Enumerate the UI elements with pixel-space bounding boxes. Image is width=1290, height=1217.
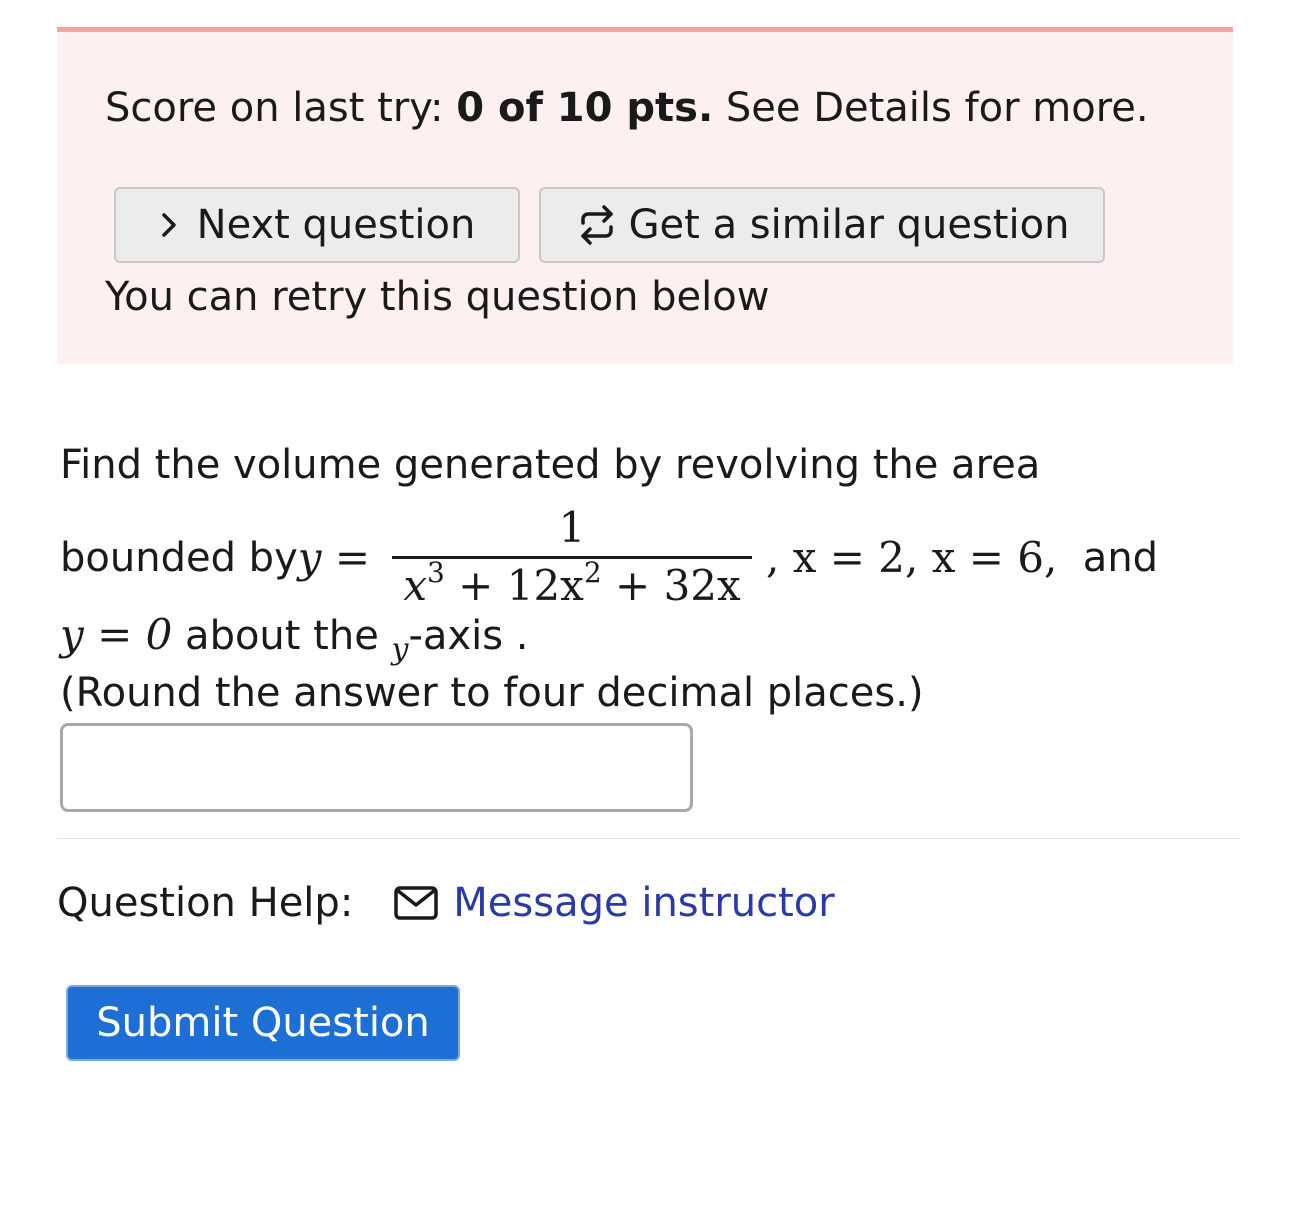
message-instructor-link[interactable]: Message instructor xyxy=(393,876,835,930)
chevron-right-icon xyxy=(161,213,176,237)
similar-question-label: Get a similar question xyxy=(628,202,1070,248)
repeat-arrows-icon xyxy=(580,205,613,245)
y-equals-zero: y = 0 xyxy=(60,610,173,659)
axis-text: -axis . xyxy=(408,613,529,659)
bounds-x: , x = 2, x = 6, xyxy=(766,533,1058,582)
envelope-icon xyxy=(394,886,439,920)
submit-question-button[interactable]: Submit Question xyxy=(66,985,460,1061)
retry-message: You can retry this question below xyxy=(105,274,770,320)
den-tail: + 32x xyxy=(601,560,741,610)
score-value: 0 of 10 pts. xyxy=(456,85,714,131)
similar-question-button[interactable]: Get a similar question xyxy=(539,187,1105,263)
question-help: Question Help: Message instructor xyxy=(57,876,835,930)
about-the-text: about the xyxy=(172,613,392,659)
next-question-label: Next question xyxy=(196,202,476,248)
den-exp-2: 2 xyxy=(583,555,602,589)
fraction: 1 x3 + 12x2 + 32x xyxy=(392,502,753,613)
question-help-label: Question Help: xyxy=(57,880,354,926)
score-banner: Score on last try: 0 of 10 pts. See Deta… xyxy=(57,27,1233,364)
score-prefix: Score on last try: xyxy=(105,85,457,131)
and-text: and xyxy=(1057,535,1159,581)
bounded-by-text: bounded by xyxy=(60,535,298,581)
question-line-3: y = 0 about the y-axis . xyxy=(60,610,529,667)
den-exp-3: 3 xyxy=(427,555,445,589)
next-question-button[interactable]: Next question xyxy=(114,187,520,263)
rounding-instruction: (Round the answer to four decimal places… xyxy=(60,670,924,716)
fraction-denominator: x3 + 12x2 + 32x xyxy=(403,555,741,613)
message-instructor-label: Message instructor xyxy=(453,880,835,926)
y-equals: y = xyxy=(297,533,371,582)
fraction-numerator: 1 xyxy=(558,502,586,552)
question-line-2: bounded by y = 1 x3 + 12x2 + 32x , x = 2… xyxy=(60,498,1158,618)
question-line-1: Find the volume generated by revolving t… xyxy=(60,442,1041,488)
den-mid: + 12x xyxy=(444,560,584,610)
axis-variable: y xyxy=(391,632,409,667)
den-x: x xyxy=(403,560,427,610)
divider xyxy=(57,838,1240,839)
score-text: Score on last try: 0 of 10 pts. See Deta… xyxy=(105,84,1149,132)
answer-input[interactable] xyxy=(60,723,693,812)
score-suffix: See Details for more. xyxy=(713,85,1149,131)
